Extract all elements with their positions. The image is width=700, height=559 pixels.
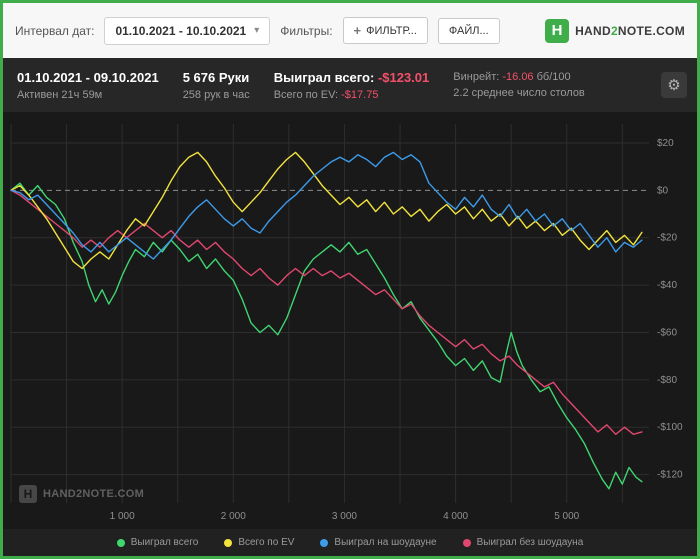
won-total-value: -$123.01 — [377, 69, 430, 85]
gear-icon: ⚙ — [667, 76, 681, 94]
winnings-chart: $20 $0 -$20 -$40 -$60 -$80 -$100 -$120 1 000 2 00… — [10, 124, 683, 522]
series-line-1 — [10, 151, 643, 270]
plus-icon: + — [353, 23, 362, 38]
chevron-down-icon: ▾ — [254, 25, 260, 36]
stat-hands: 5 676 Руки 258 рук в час — [183, 70, 250, 101]
y-axis-label: -$20 — [657, 233, 677, 244]
winrate-value: -16.06 — [502, 71, 534, 83]
x-axis-label: 2 000 — [221, 511, 246, 522]
active-time: Активен 21ч 59м — [17, 88, 103, 101]
legend-item-non-showdown[interactable]: Выиграл без шоудауна — [462, 537, 584, 548]
session-date-range: 01.10.2021 - 09.10.2021 — [17, 69, 159, 85]
y-axis-label: -$120 — [657, 470, 683, 481]
y-axis-label: -$40 — [657, 280, 677, 291]
won-total-line: Выиграл всего: -$123.01 — [273, 69, 430, 85]
filters-label: Фильтры: — [280, 23, 333, 38]
file-button[interactable]: ФАЙЛ... — [437, 17, 500, 44]
winrate-line: Винрейт: -16.06 бб/100 — [453, 71, 571, 83]
chart-area: $20 $0 -$20 -$40 -$60 -$80 -$100 -$120 1 000 2 00… — [3, 112, 697, 529]
add-filter-button[interactable]: + ФИЛЬТР... — [342, 17, 428, 44]
y-axis-label: -$100 — [657, 422, 683, 433]
hand2note-logo-text: HAND2NOTE.COM — [575, 23, 685, 38]
settings-button[interactable]: ⚙ — [661, 72, 687, 98]
x-axis-label: 3 000 — [332, 511, 357, 522]
series-line-3 — [10, 189, 643, 435]
legend-dot-ev — [224, 538, 233, 547]
hands-per-hour: 258 рук в час — [182, 88, 250, 101]
legend-dot-won-total — [116, 538, 125, 547]
date-range-select[interactable]: 01.10.2021 - 10.10.2021 ▾ — [104, 16, 271, 45]
series-line-2 — [10, 151, 643, 260]
x-axis-label: 4 000 — [443, 511, 468, 522]
stat-winrate: Винрейт: -16.06 бб/100 2.2 среднее число… — [453, 71, 585, 99]
file-button-label: ФАЙЛ... — [448, 24, 489, 37]
hand2note-logo-icon: H — [545, 18, 570, 43]
y-axis-label: $0 — [657, 185, 669, 196]
legend-dot-showdown — [320, 538, 329, 547]
legend-label-ev: Всего по EV — [238, 537, 295, 548]
legend-item-won-total[interactable]: Выиграл всего — [116, 537, 199, 548]
ev-total-line: Всего по EV: -$17.75 — [273, 88, 379, 101]
hands-count: 5 676 Руки — [182, 69, 250, 85]
stats-header: 01.10.2021 - 09.10.2021 Активен 21ч 59м … — [3, 58, 697, 112]
top-toolbar: Интервал дат: 01.10.2021 - 10.10.2021 ▾ … — [3, 3, 697, 58]
x-axis-label: 1 000 — [110, 511, 135, 522]
hand2note-window: Интервал дат: 01.10.2021 - 10.10.2021 ▾ … — [0, 0, 700, 559]
legend-item-ev[interactable]: Всего по EV — [224, 537, 294, 548]
stat-session-dates: 01.10.2021 - 09.10.2021 Активен 21ч 59м — [17, 70, 159, 101]
date-range-value: 01.10.2021 - 10.10.2021 — [115, 23, 247, 38]
x-axis-label: 5 000 — [554, 511, 579, 522]
y-axis-label: $20 — [657, 138, 674, 149]
date-interval-label: Интервал дат: — [15, 23, 95, 38]
legend-label-showdown: Выиграл на шоудауне — [334, 537, 437, 548]
y-axis-label: -$80 — [657, 375, 677, 386]
ev-total-value: -$17.75 — [341, 88, 379, 101]
add-filter-button-label: ФИЛЬТР... — [366, 24, 417, 37]
legend-item-showdown[interactable]: Выиграл на шоудауне — [320, 537, 437, 548]
hand2note-logo: H HAND2NOTE.COM — [545, 18, 685, 43]
legend-label-non-showdown: Выиграл без шоудауна — [476, 537, 584, 548]
stat-winnings: Выиграл всего: -$123.01 Всего по EV: -$1… — [274, 70, 430, 101]
avg-tables: 2.2 среднее число столов — [453, 87, 585, 99]
legend-label-won-total: Выиграл всего — [130, 537, 199, 548]
chart-legend: Выиграл всего Всего по EV Выиграл на шоу… — [3, 529, 697, 556]
legend-dot-non-showdown — [462, 538, 471, 547]
y-axis-label: -$60 — [657, 327, 677, 338]
